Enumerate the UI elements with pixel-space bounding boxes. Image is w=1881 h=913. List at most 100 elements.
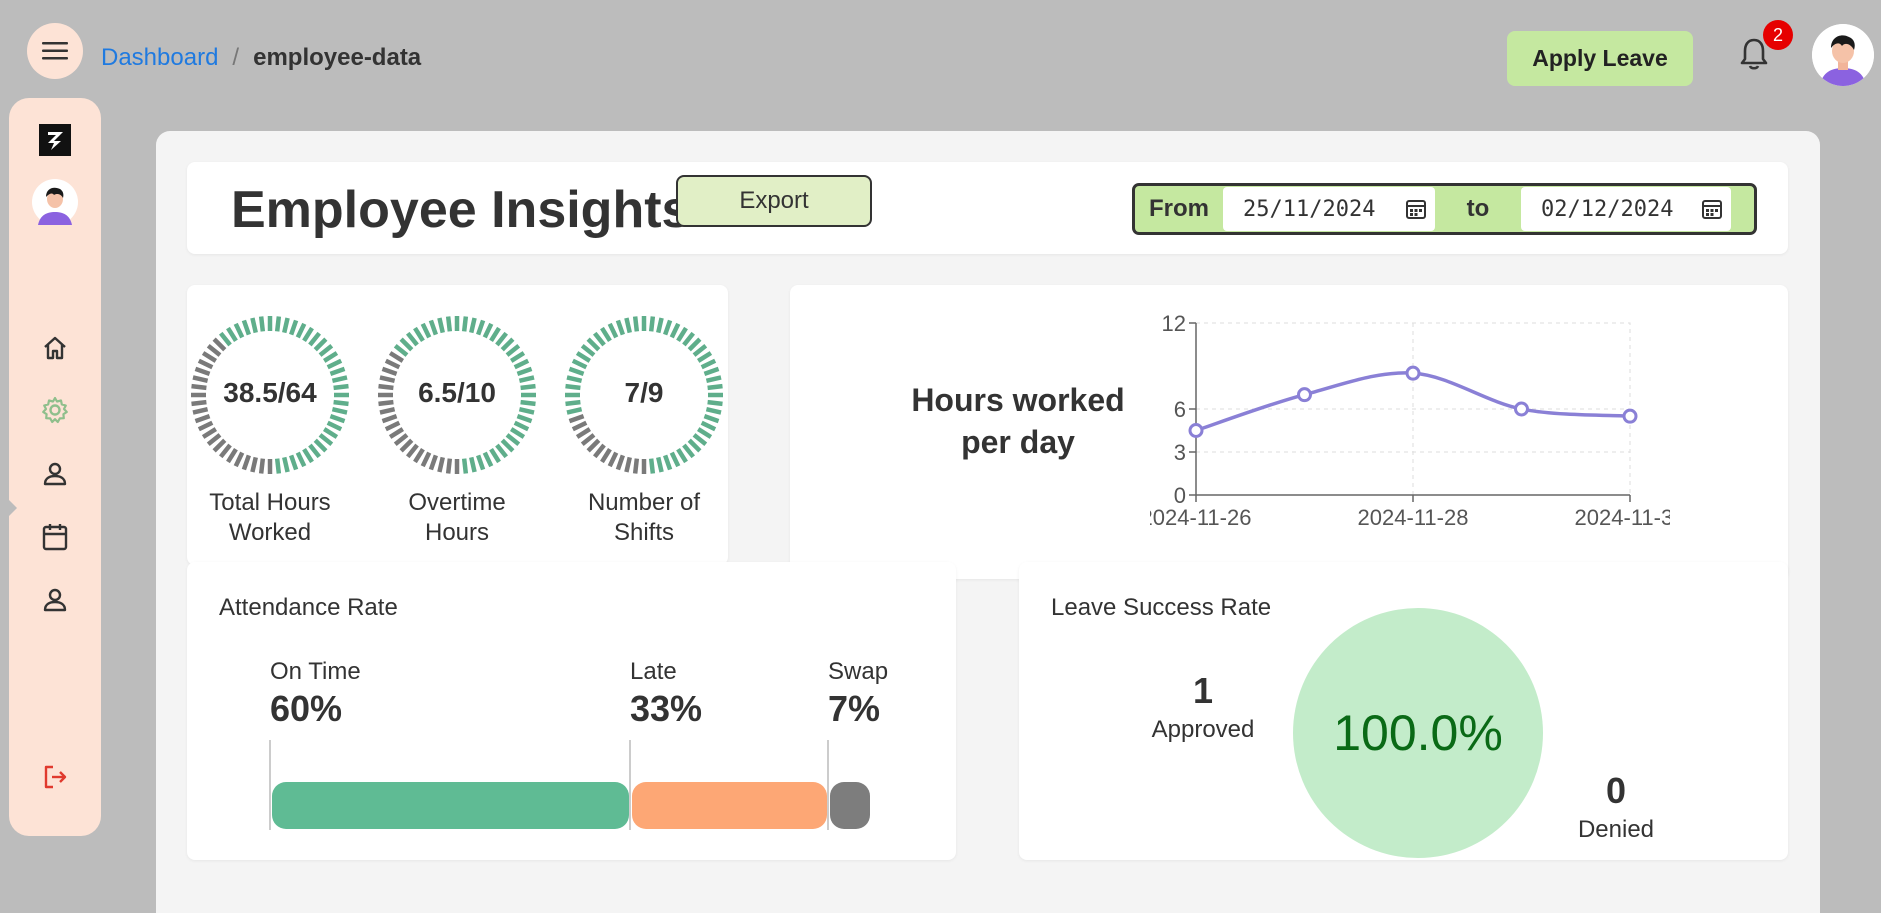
calendar-icon[interactable] — [1701, 198, 1723, 220]
sidebar-user-avatar[interactable] — [9, 178, 101, 226]
gauge-tick — [197, 420, 214, 432]
gauge-tick — [687, 337, 702, 352]
data-point[interactable] — [1622, 408, 1638, 424]
gauge-tick — [233, 322, 245, 339]
attendance-segment-pct: 7% — [828, 688, 881, 729]
gauge-tick — [206, 433, 222, 447]
attendance-bar-segment[interactable] — [272, 782, 629, 829]
gauge-tick — [405, 443, 419, 459]
attendance-segment-label: Swap — [828, 658, 889, 685]
gauge-tick — [489, 447, 501, 464]
user-icon — [43, 588, 67, 612]
data-point[interactable] — [1514, 401, 1529, 417]
gauge-tick — [509, 427, 526, 439]
gauge-tick — [461, 316, 469, 332]
avatar[interactable] — [1812, 24, 1874, 86]
gauge-tick — [326, 358, 343, 370]
gauge-tick — [329, 366, 346, 376]
gauge-tick — [384, 420, 401, 432]
gauge-tick — [663, 319, 673, 336]
gauge-tick — [197, 358, 214, 370]
gauge-tick — [318, 343, 334, 357]
chart-title-line: Hours worked — [911, 382, 1125, 418]
gauge-tick — [692, 433, 708, 447]
gauge-tick — [384, 358, 401, 370]
gauge-tick — [571, 420, 588, 432]
leave-success-card: Leave Success Rate 1 Approved 100.0% 0 D… — [1019, 562, 1788, 860]
gauge-tick — [393, 433, 409, 447]
sidebar-logo[interactable] — [9, 120, 101, 160]
sidebar-item-logout[interactable] — [9, 757, 101, 797]
gauge-tick — [615, 454, 625, 471]
gauge-tick — [482, 322, 494, 339]
gauge-label-line: Shifts — [613, 519, 675, 546]
gauge-tick — [607, 451, 619, 468]
attendance-bar-segment[interactable] — [632, 782, 827, 829]
menu-button[interactable] — [27, 23, 83, 79]
sidebar-item-settings[interactable] — [9, 390, 101, 430]
gauge-tick — [624, 456, 632, 473]
gauge-tick — [505, 343, 521, 357]
gauge-tick — [428, 454, 438, 471]
sidebar-item-profile[interactable] — [9, 454, 101, 494]
gauge-tick — [648, 458, 656, 474]
apply-leave-button[interactable]: Apply Leave — [1507, 31, 1693, 86]
gauge-tick — [516, 366, 533, 376]
from-label: From — [1149, 195, 1209, 222]
date-range-picker: From 25/11/2024 to 02/12/2024 — [1132, 183, 1757, 235]
calendar-icon[interactable] — [1405, 198, 1427, 220]
gauge-label-line: Overtime — [408, 489, 506, 516]
data-point[interactable] — [1405, 365, 1421, 381]
gauge-tick — [682, 331, 696, 347]
gauge-tick — [274, 458, 282, 474]
user-avatar-icon — [32, 179, 78, 225]
sidebar-item-users[interactable] — [9, 580, 101, 620]
data-point[interactable] — [1297, 387, 1312, 403]
sidebar-item-calendar[interactable] — [9, 517, 101, 557]
gauge-tick — [420, 322, 432, 339]
data-point[interactable] — [1188, 423, 1204, 438]
sidebar-active-pointer — [7, 498, 17, 518]
attendance-bar-segment[interactable] — [830, 782, 870, 829]
y-tick-label: 12 — [1162, 315, 1186, 336]
gauge-tick — [393, 343, 409, 357]
hours-line-chart: 036122024-11-262024-11-282024-11-30 — [1150, 315, 1670, 530]
gauge-label-line: Number of — [587, 489, 701, 516]
gauge-tick — [331, 407, 348, 415]
page-title: Employee Insights — [231, 181, 691, 239]
gauge-tick — [302, 326, 314, 343]
gauge-tick — [318, 433, 334, 447]
gauge-tick — [233, 451, 245, 468]
gauge-tick — [495, 331, 509, 347]
approved-count: 1 — [1192, 670, 1214, 711]
gauge-tick — [600, 447, 612, 464]
calendar-icon — [42, 524, 68, 551]
gauge-tick — [600, 326, 612, 343]
gauge-tick — [575, 427, 592, 439]
breadcrumb-current: employee-data — [253, 44, 422, 71]
gauge-tick — [282, 456, 290, 473]
sidebar-item-home[interactable] — [9, 328, 101, 368]
gauge-tick — [295, 322, 307, 339]
gauge-tick — [313, 438, 328, 453]
attendance-card: Attendance Rate On Time 60% Late 33% Swap 7% — [187, 562, 956, 860]
gauge-tick — [399, 438, 414, 453]
gauge-label: Number of Shifts — [564, 488, 724, 548]
from-date-input[interactable]: 25/11/2024 — [1223, 187, 1435, 231]
breadcrumb-dashboard-link[interactable]: Dashboard — [101, 44, 218, 72]
x-tick-label: 2024-11-30 — [1575, 505, 1670, 530]
gauge-label-line: Worked — [228, 519, 312, 546]
gauge-tick — [250, 317, 258, 334]
gauge-tick — [703, 366, 720, 376]
to-date-input[interactable]: 02/12/2024 — [1521, 187, 1731, 231]
gauge-tick — [482, 451, 494, 468]
export-button[interactable]: Export — [676, 175, 872, 227]
gauge-tick — [461, 458, 469, 474]
gauge-tick — [476, 454, 486, 471]
gauge-tick — [663, 454, 673, 471]
leave-title: Leave Success Rate — [1051, 594, 1272, 621]
gauge-tick — [566, 407, 583, 415]
gauge-tick — [592, 443, 606, 459]
x-tick-label: 2024-11-28 — [1358, 505, 1469, 530]
y-tick-label: 3 — [1174, 440, 1186, 465]
